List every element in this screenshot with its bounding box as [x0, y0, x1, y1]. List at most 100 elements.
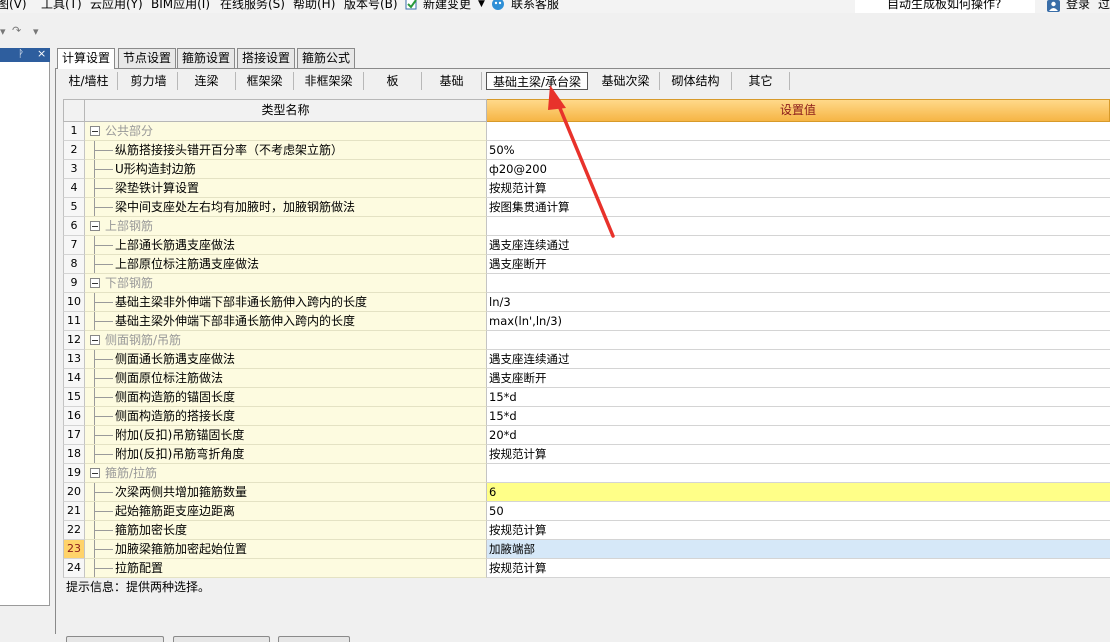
group-row[interactable]: 6 上部钢筋: [63, 217, 1110, 236]
setting-value-cell[interactable]: [487, 274, 1110, 293]
row-number[interactable]: 12: [63, 331, 85, 350]
setting-value-cell[interactable]: 15*d: [487, 388, 1110, 407]
row-number[interactable]: 14: [63, 369, 85, 388]
setting-value-cell[interactable]: [487, 331, 1110, 350]
table-row[interactable]: 23 加腋梁箍筋加密起始位置 加腋端部: [63, 540, 1110, 559]
setting-value-cell[interactable]: 按规范计算: [487, 559, 1110, 578]
row-number[interactable]: 13: [63, 350, 85, 369]
redo-dropdown-icon[interactable]: ▾: [33, 25, 39, 38]
setting-value-cell[interactable]: 50%: [487, 141, 1110, 160]
bottom-button-2[interactable]: [173, 636, 270, 642]
subtab-masonry[interactable]: 砌体结构: [660, 72, 732, 90]
setting-value-cell[interactable]: ф20@200: [487, 160, 1110, 179]
subtab-foundation-main-beam[interactable]: 基础主梁/承台梁: [486, 72, 588, 90]
group-row[interactable]: 9 下部钢筋: [63, 274, 1110, 293]
menu-help[interactable]: 帮助(H): [293, 0, 335, 11]
menu-support[interactable]: 联系客服: [511, 0, 559, 11]
row-number[interactable]: 9: [63, 274, 85, 293]
row-number[interactable]: 23: [63, 540, 85, 559]
table-row[interactable]: 3 U形构造封边筋 ф20@200: [63, 160, 1110, 179]
bottom-button-1[interactable]: [66, 636, 164, 642]
table-row[interactable]: 2 纵筋搭接接头错开百分率（不考虑架立筋） 50%: [63, 141, 1110, 160]
subtab-foundation[interactable]: 基础: [422, 72, 482, 90]
row-number[interactable]: 15: [63, 388, 85, 407]
row-number[interactable]: 21: [63, 502, 85, 521]
tab-calc-settings[interactable]: 计算设置: [57, 48, 116, 69]
menu-version[interactable]: 版本号(B): [344, 0, 398, 11]
setting-value-cell[interactable]: 按规范计算: [487, 445, 1110, 464]
table-row[interactable]: 4 梁垫铁计算设置 按规范计算: [63, 179, 1110, 198]
setting-value-cell[interactable]: 50: [487, 502, 1110, 521]
setting-value-cell[interactable]: 按图集贯通计算: [487, 198, 1110, 217]
setting-value-cell[interactable]: 15*d: [487, 407, 1110, 426]
subtab-other[interactable]: 其它: [732, 72, 790, 90]
menu-cloud[interactable]: 云应用(Y): [90, 0, 143, 11]
row-number[interactable]: 18: [63, 445, 85, 464]
row-number[interactable]: 16: [63, 407, 85, 426]
setting-value-cell[interactable]: [487, 217, 1110, 236]
setting-value-cell[interactable]: 加腋端部: [487, 540, 1110, 559]
subtab-nonframe-beam[interactable]: 非框架梁: [294, 72, 364, 90]
row-number[interactable]: 22: [63, 521, 85, 540]
setting-value-cell[interactable]: max(ln',ln/3): [487, 312, 1110, 331]
help-hint[interactable]: 自动生成板如何操作?: [887, 0, 1001, 11]
table-row[interactable]: 20 次梁两侧共增加箍筋数量 6: [63, 483, 1110, 502]
row-number[interactable]: 19: [63, 464, 85, 483]
table-row[interactable]: 10 基础主梁非外伸端下部非通长筋伸入跨内的长度 ln/3: [63, 293, 1110, 312]
collapse-icon[interactable]: [90, 335, 100, 345]
tab-stirrup-settings[interactable]: 箍筋设置: [177, 48, 236, 68]
login-link[interactable]: 登录: [1066, 0, 1090, 11]
setting-value-cell[interactable]: 按规范计算: [487, 521, 1110, 540]
menu-truncated[interactable]: 过: [1098, 0, 1110, 11]
row-number[interactable]: 11: [63, 312, 85, 331]
group-row[interactable]: 19 箍筋/拉筋: [63, 464, 1110, 483]
row-number[interactable]: 3: [63, 160, 85, 179]
subtab-coupling-beam[interactable]: 连梁: [178, 72, 236, 90]
table-row[interactable]: 21 起始箍筋距支座边距离 50: [63, 502, 1110, 521]
subtab-foundation-secondary-beam[interactable]: 基础次梁: [592, 72, 660, 90]
setting-value-cell[interactable]: 遇支座连续通过: [487, 350, 1110, 369]
tab-lap-settings[interactable]: 搭接设置: [237, 48, 296, 68]
row-number[interactable]: 6: [63, 217, 85, 236]
row-number[interactable]: 10: [63, 293, 85, 312]
table-row[interactable]: 5 梁中间支座处左右均有加腋时，加腋钢筋做法 按图集贯通计算: [63, 198, 1110, 217]
table-row[interactable]: 11 基础主梁外伸端下部非通长筋伸入跨内的长度 max(ln',ln/3): [63, 312, 1110, 331]
close-icon[interactable]: ×: [37, 47, 46, 61]
collapse-icon[interactable]: [90, 468, 100, 478]
header-type-name[interactable]: 类型名称: [85, 99, 487, 122]
row-number[interactable]: 2: [63, 141, 85, 160]
table-row[interactable]: 17 附加(反扣)吊筋锚固长度 20*d: [63, 426, 1110, 445]
table-row[interactable]: 7 上部通长筋遇支座做法 遇支座连续通过: [63, 236, 1110, 255]
setting-value-cell[interactable]: 6: [487, 483, 1110, 502]
group-row[interactable]: 12 侧面钢筋/吊筋: [63, 331, 1110, 350]
table-row[interactable]: 22 箍筋加密长度 按规范计算: [63, 521, 1110, 540]
pin-icon[interactable]: ᚹ: [18, 48, 24, 62]
row-number[interactable]: 8: [63, 255, 85, 274]
row-number[interactable]: 1: [63, 122, 85, 141]
menu-view[interactable]: 图(V): [0, 0, 27, 11]
collapse-icon[interactable]: [90, 278, 100, 288]
redo-icon[interactable]: ↷: [12, 24, 21, 37]
setting-value-cell[interactable]: [487, 122, 1110, 141]
table-row[interactable]: 15 侧面构造筋的锚固长度 15*d: [63, 388, 1110, 407]
menu-bim[interactable]: BIM应用(I): [151, 0, 210, 11]
setting-value-cell[interactable]: 20*d: [487, 426, 1110, 445]
row-number[interactable]: 4: [63, 179, 85, 198]
setting-value-cell[interactable]: 遇支座断开: [487, 255, 1110, 274]
row-number[interactable]: 7: [63, 236, 85, 255]
table-row[interactable]: 16 侧面构造筋的搭接长度 15*d: [63, 407, 1110, 426]
undo-dropdown-icon[interactable]: ▾: [0, 25, 6, 38]
setting-value-cell[interactable]: 遇支座连续通过: [487, 236, 1110, 255]
group-row[interactable]: 1 公共部分: [63, 122, 1110, 141]
tab-stirrup-formula[interactable]: 箍筋公式: [297, 48, 356, 68]
table-row[interactable]: 24 拉筋配置 按规范计算: [63, 559, 1110, 578]
row-number[interactable]: 20: [63, 483, 85, 502]
subtab-column[interactable]: 柱/墙柱: [60, 72, 118, 90]
row-number[interactable]: 17: [63, 426, 85, 445]
row-number[interactable]: 24: [63, 559, 85, 578]
menu-online[interactable]: 在线服务(S): [220, 0, 285, 11]
setting-value-cell[interactable]: 遇支座断开: [487, 369, 1110, 388]
collapse-icon[interactable]: [90, 221, 100, 231]
setting-value-cell[interactable]: 按规范计算: [487, 179, 1110, 198]
tab-node-settings[interactable]: 节点设置: [118, 48, 177, 68]
